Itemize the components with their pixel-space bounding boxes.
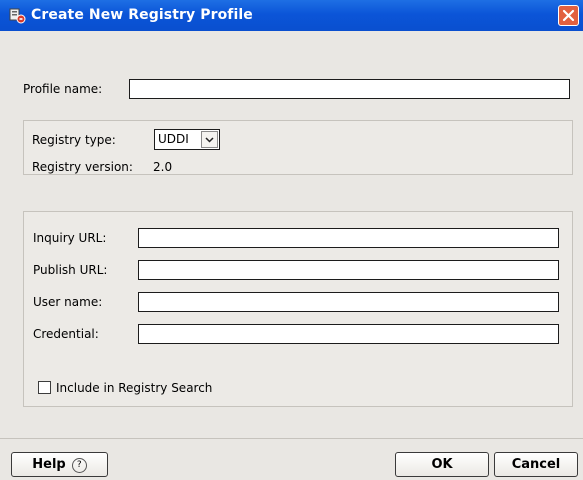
- help-icon: ?: [71, 458, 87, 473]
- cancel-button-label: Cancel: [511, 457, 561, 472]
- close-icon: [562, 9, 575, 22]
- registry-type-label: Registry type:: [32, 133, 116, 147]
- footer-divider: [0, 438, 583, 439]
- chevron-down-icon[interactable]: [201, 131, 218, 148]
- user-name-label: User name:: [33, 295, 103, 309]
- title-bar[interactable]: Create New Registry Profile: [0, 0, 583, 31]
- inquiry-url-label: Inquiry URL:: [33, 231, 107, 245]
- include-in-search-label[interactable]: Include in Registry Search: [56, 381, 212, 395]
- ok-button[interactable]: OK: [395, 452, 489, 477]
- help-button[interactable]: Help?: [11, 452, 108, 477]
- close-button[interactable]: [558, 5, 579, 26]
- publish-url-label: Publish URL:: [33, 263, 108, 277]
- registry-type-select[interactable]: UDDI: [154, 129, 220, 150]
- credential-label: Credential:: [33, 327, 99, 341]
- inquiry-url-input[interactable]: [138, 228, 559, 248]
- window-title: Create New Registry Profile: [31, 7, 253, 23]
- help-button-label: Help: [32, 457, 66, 472]
- cancel-button[interactable]: Cancel: [494, 452, 578, 477]
- profile-name-input[interactable]: [129, 79, 570, 99]
- include-in-search-checkbox[interactable]: [38, 381, 51, 394]
- registry-version-label: Registry version:: [32, 160, 133, 174]
- credential-input[interactable]: [138, 324, 559, 344]
- registry-version-value: 2.0: [153, 160, 173, 174]
- ok-button-label: OK: [431, 457, 453, 472]
- profile-name-label: Profile name:: [23, 82, 103, 96]
- publish-url-input[interactable]: [138, 260, 559, 280]
- user-name-input[interactable]: [138, 292, 559, 312]
- registry-type-value: UDDI: [158, 132, 189, 146]
- registry-profile-icon: [8, 7, 26, 25]
